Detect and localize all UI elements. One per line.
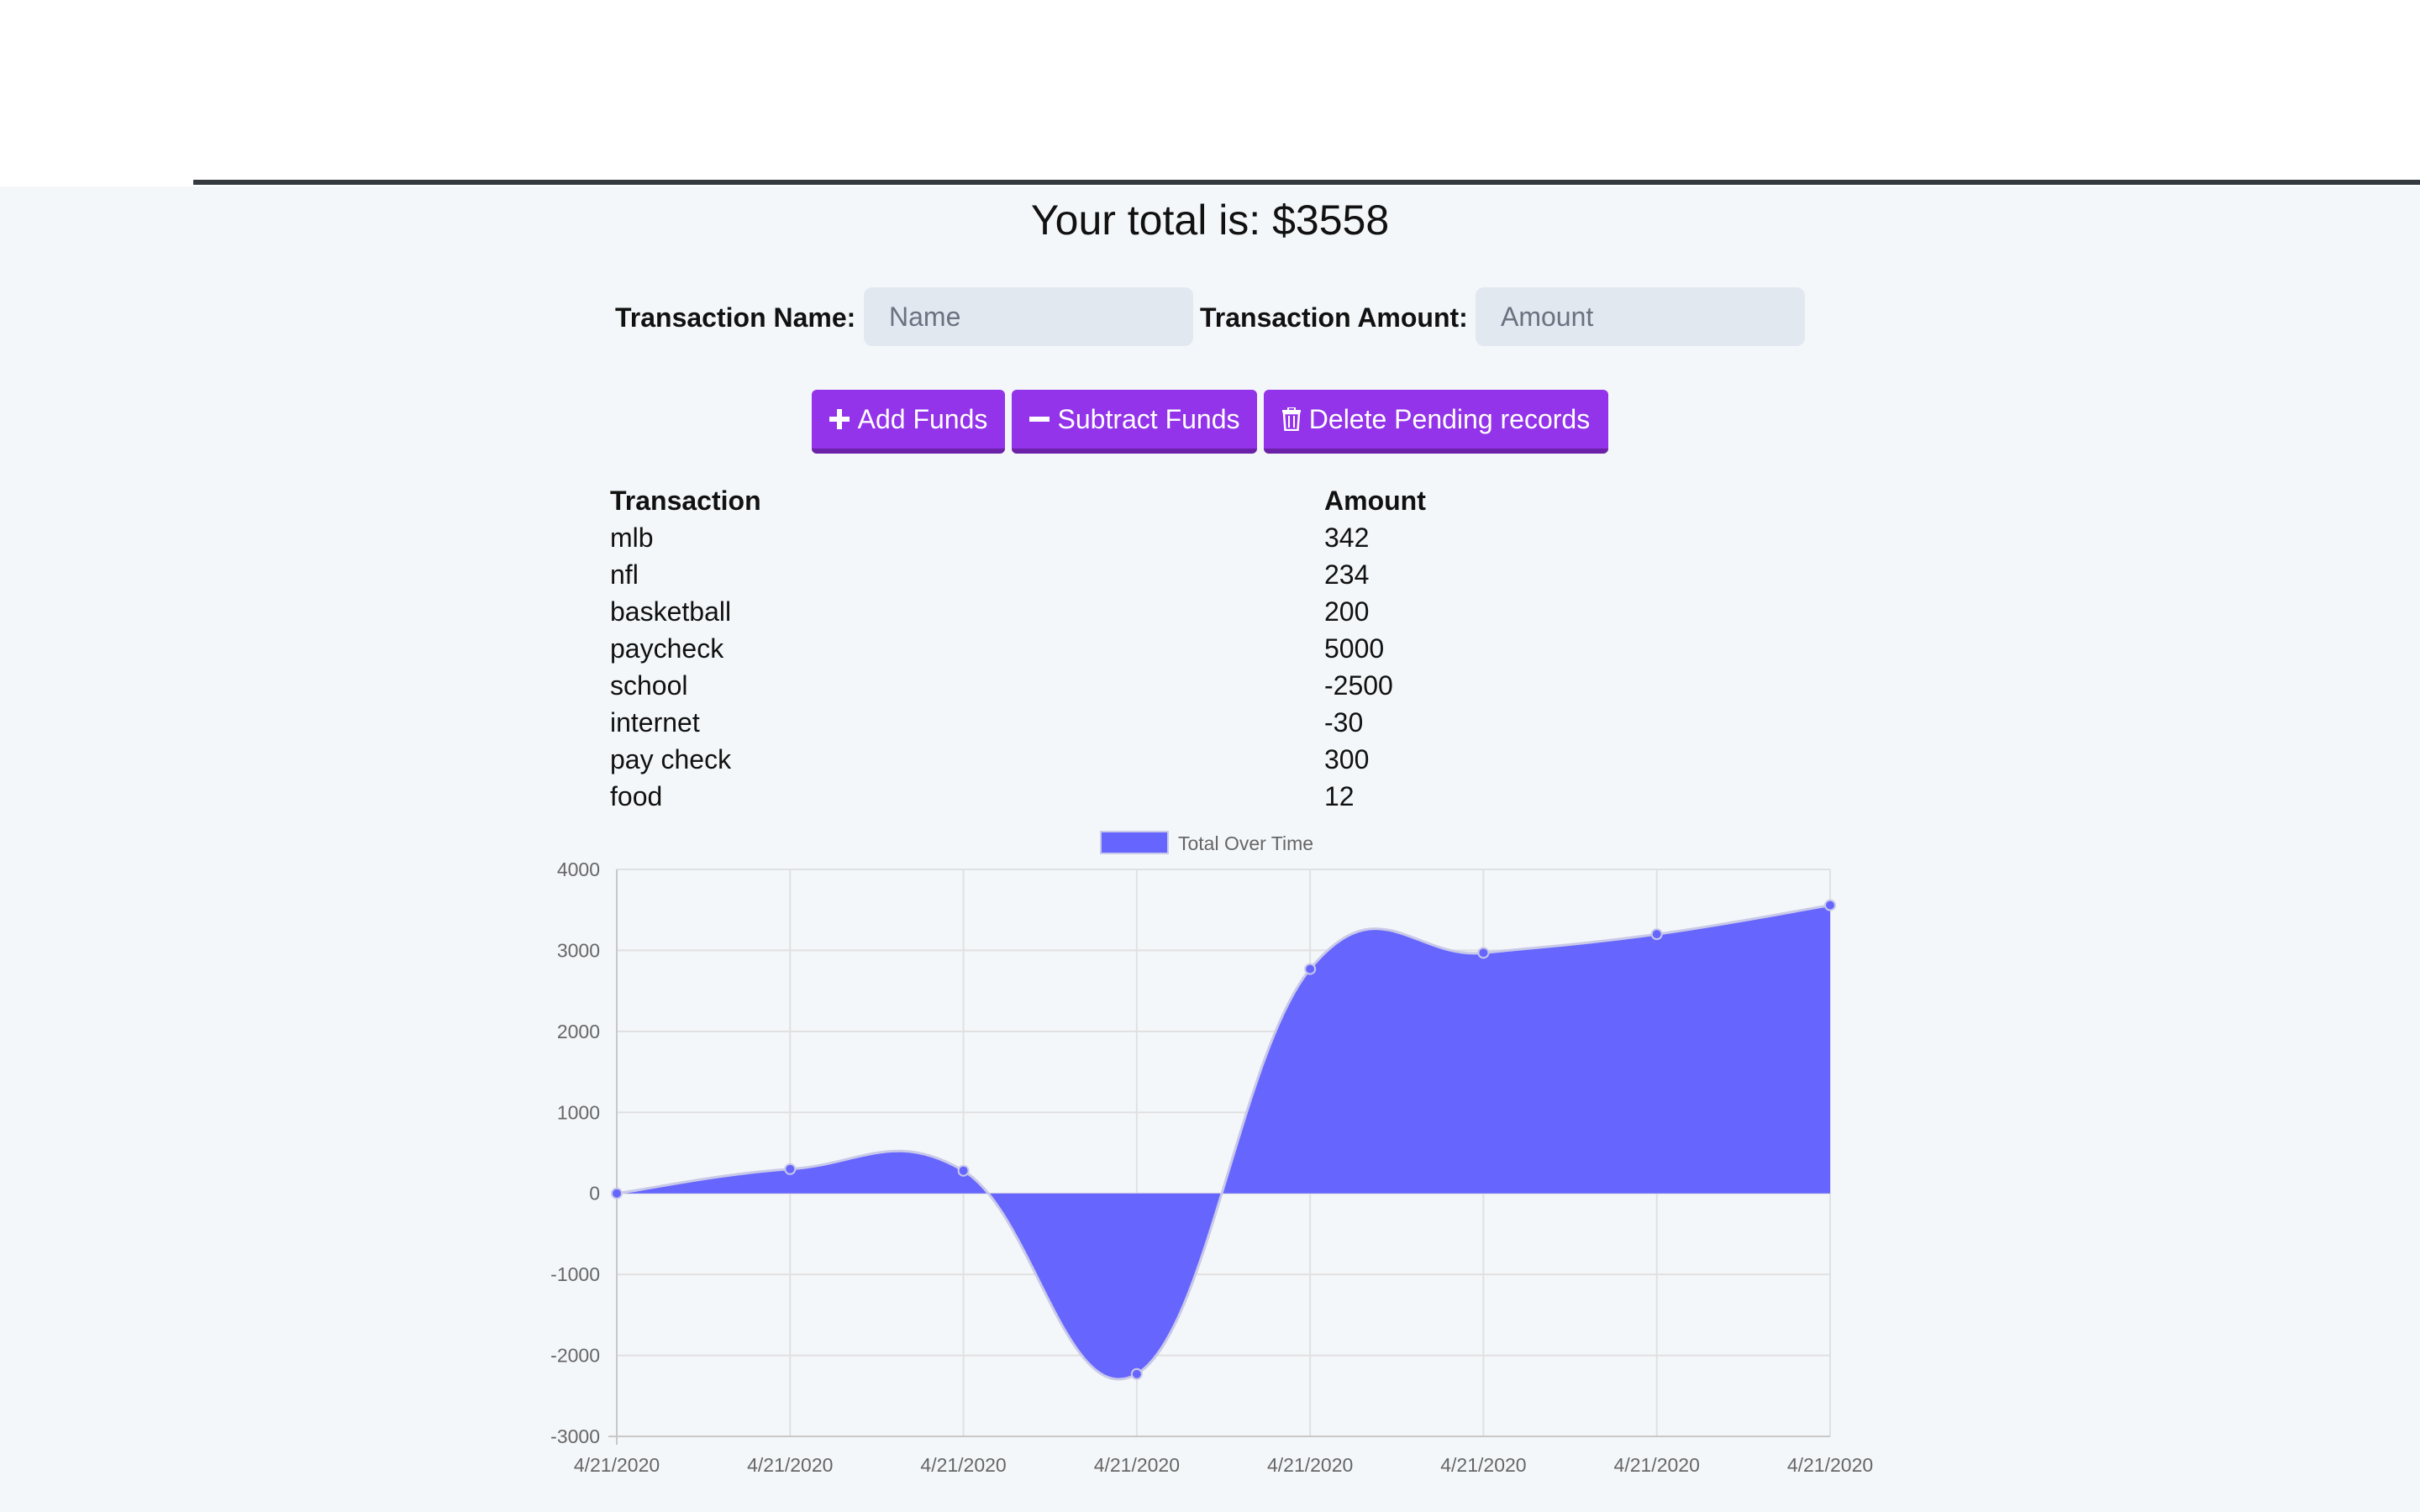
total-over-time-chart: 4000 3000 2000 1000 0 -1000 -2000 -3000 4/21/202…: [550, 831, 1873, 1476]
x-tick-label: 4/21/2020: [1440, 1454, 1526, 1476]
data-point: [611, 1187, 623, 1200]
data-point: [1477, 947, 1490, 959]
y-tick-label: -2000: [550, 1345, 600, 1367]
legend-swatch: [1100, 831, 1169, 854]
y-tick-label: 4000: [557, 858, 600, 880]
data-point: [1650, 928, 1663, 941]
data-point: [1824, 899, 1836, 911]
data-point: [784, 1163, 797, 1175]
y-tick-label: 1000: [557, 1101, 600, 1123]
x-tick-label: 4/21/2020: [747, 1454, 833, 1476]
y-tick-label: -3000: [550, 1425, 600, 1447]
x-tick-label: 4/21/2020: [1267, 1454, 1353, 1476]
x-tick-label: 4/21/2020: [1787, 1454, 1873, 1476]
data-point: [1130, 1368, 1143, 1380]
y-tick-label: 2000: [557, 1021, 600, 1042]
x-tick-label: 4/21/2020: [1094, 1454, 1180, 1476]
y-tick-label: 3000: [557, 939, 600, 961]
y-tick-label: -1000: [550, 1263, 600, 1285]
x-tick-label: 4/21/2020: [574, 1454, 660, 1476]
y-tick-label: 0: [589, 1183, 600, 1205]
series-area: [617, 905, 1830, 1380]
data-point: [1304, 963, 1317, 975]
data-point: [957, 1164, 970, 1177]
legend-label: Total Over Time: [1178, 832, 1313, 854]
x-tick-label: 4/21/2020: [1614, 1454, 1700, 1476]
x-tick-label: 4/21/2020: [920, 1454, 1006, 1476]
